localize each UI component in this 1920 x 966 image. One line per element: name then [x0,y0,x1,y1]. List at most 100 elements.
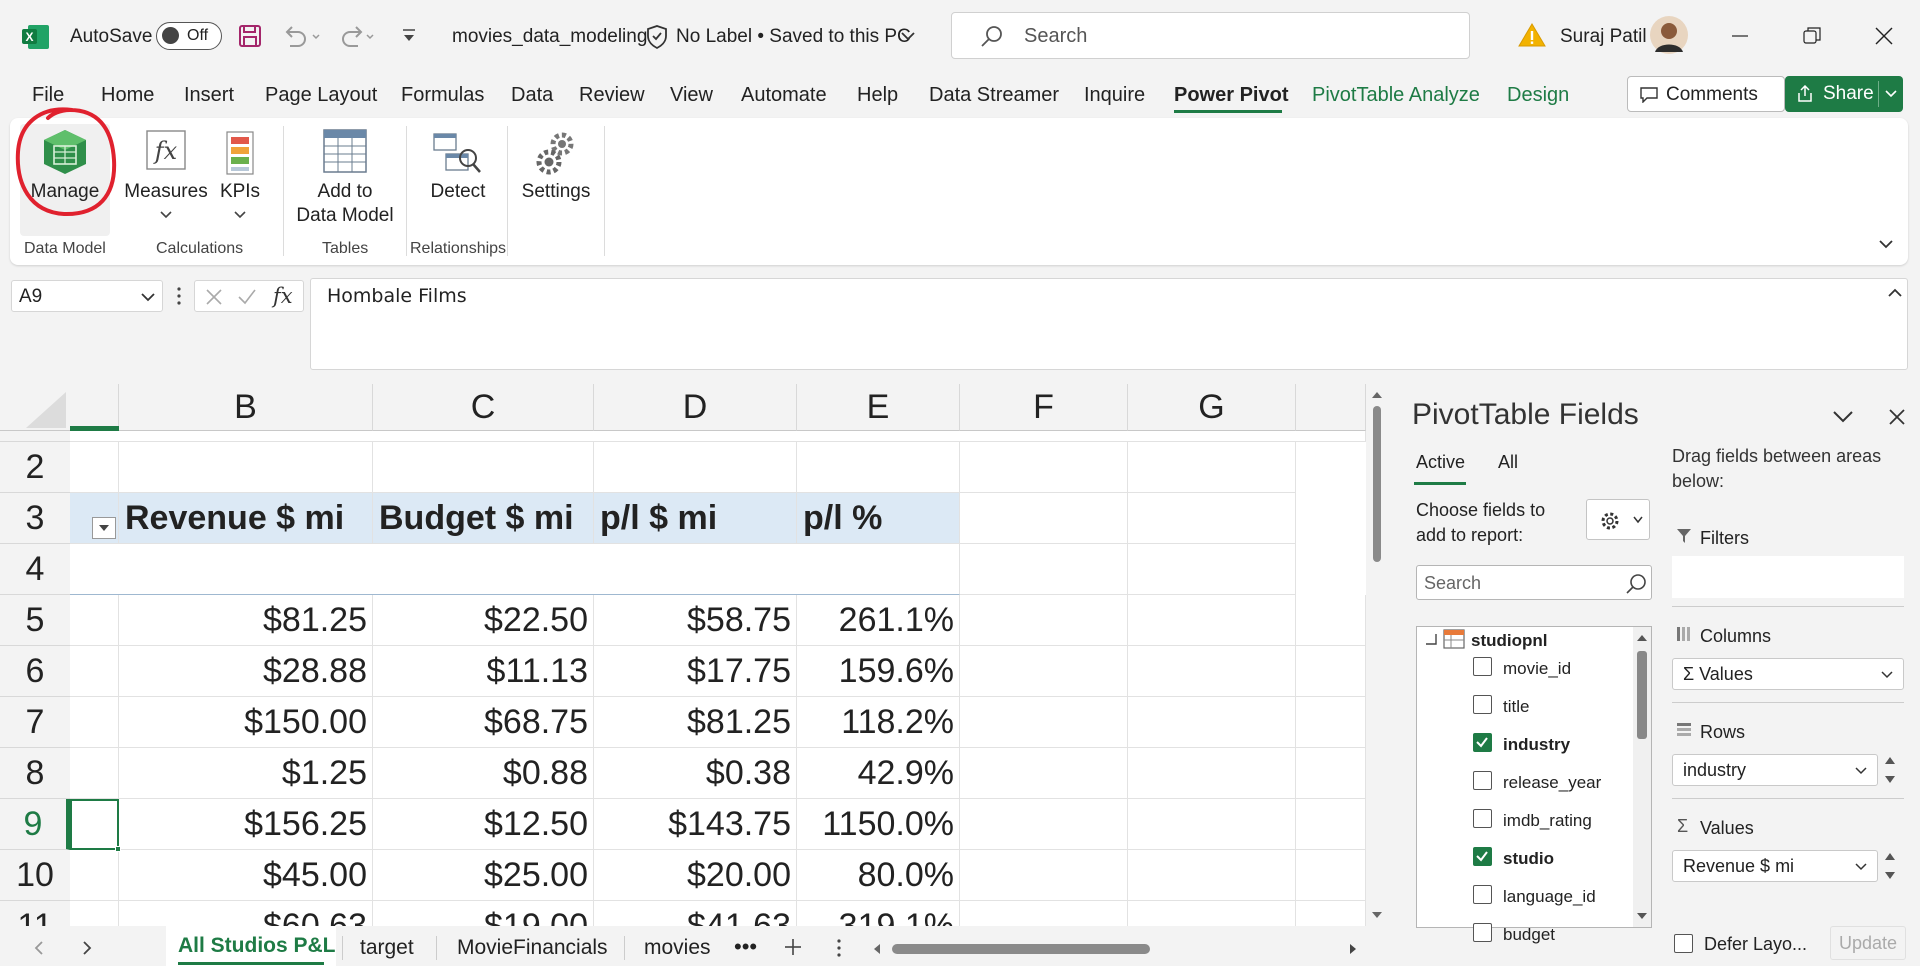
scroll-right-icon[interactable] [1348,943,1358,955]
kpis-button[interactable]: KPIs [214,124,266,236]
cell[interactable] [1296,901,1366,926]
tab-active[interactable]: Active [1416,452,1465,473]
field-item-imdb-rating[interactable]: imdb_rating [1503,811,1592,831]
warning-icon[interactable] [1518,22,1546,48]
field-checkbox[interactable] [1473,771,1492,790]
add-sheet-icon[interactable] [784,938,802,956]
tab-power-pivot[interactable]: Power Pivot [1174,84,1288,107]
measures-button[interactable]: fx Measures [124,124,208,236]
redo-icon[interactable] [336,24,376,48]
cell[interactable] [1128,799,1296,850]
tab-review[interactable]: Review [579,84,645,107]
move-up-down-icon[interactable] [1884,754,1896,786]
cell[interactable] [70,595,119,646]
chevron-down-icon[interactable] [140,291,156,303]
header-pl-amount[interactable]: p/l $ mi [594,493,797,544]
row-header-1[interactable] [0,431,70,442]
chevron-down-icon[interactable] [1885,89,1897,99]
cell[interactable] [1128,595,1296,646]
cell[interactable] [119,442,373,493]
row-header[interactable]: 3 [0,493,70,544]
tab-help[interactable]: Help [857,84,898,107]
pl-amount-cell[interactable]: $81.25 [594,697,797,748]
cell[interactable] [960,544,1128,595]
field-item-studio[interactable]: studio [1503,849,1554,869]
label-status[interactable]: No Label • Saved to this PC [676,26,911,48]
row-1-cells[interactable] [70,431,1366,442]
field-list-scrollbar[interactable] [1633,627,1651,927]
cell[interactable] [1128,697,1296,748]
field-checkbox[interactable] [1473,733,1492,752]
pl-amount-cell[interactable]: $0.38 [594,748,797,799]
defer-layout-checkbox[interactable] [1674,934,1693,953]
column-header-g[interactable]: G [1128,384,1296,431]
header-budget[interactable]: Budget $ mi [373,493,594,544]
budget-cell[interactable]: $68.75 [373,697,594,748]
settings-button[interactable]: Settings [516,124,596,236]
add-to-data-model-button[interactable]: Add to Data Model [292,124,398,236]
cell[interactable] [960,799,1128,850]
field-checkbox[interactable] [1473,847,1492,866]
pl-amount-cell[interactable]: $17.75 [594,646,797,697]
chevron-down-icon[interactable] [1832,410,1854,424]
pl-percent-cell[interactable]: 42.9% [797,748,960,799]
row-header[interactable]: 4 [0,544,70,595]
tab-view[interactable]: View [670,84,713,107]
autosave-toggle[interactable]: Off [156,22,222,50]
row-header[interactable]: 6 [0,646,70,697]
budget-cell[interactable]: $22.50 [373,595,594,646]
scroll-left-icon[interactable] [872,943,882,955]
close-icon[interactable] [1888,408,1906,426]
worksheet-grid[interactable]: B C D E F G 2 3 4 5 6 7 8 9 10 11 Revenu… [0,384,1366,926]
row-header[interactable]: 7 [0,697,70,748]
revenue-cell[interactable]: $1.25 [119,748,373,799]
cell[interactable] [1128,493,1296,544]
row-header[interactable]: 5 [0,595,70,646]
field-checkbox[interactable] [1473,809,1492,828]
formula-input[interactable]: Hombale Films [310,278,1908,370]
cell[interactable] [1296,646,1366,697]
comments-button[interactable]: Comments [1627,76,1785,112]
close-icon[interactable] [1874,26,1894,46]
update-button[interactable]: Update [1830,926,1906,960]
cell[interactable] [1296,697,1366,748]
cell[interactable] [1128,442,1296,493]
column-header-d[interactable]: D [594,384,797,431]
cell[interactable] [797,442,960,493]
cell[interactable] [960,850,1128,901]
tab-inquire[interactable]: Inquire [1084,84,1145,107]
field-item-title[interactable]: title [1503,697,1529,717]
cell[interactable] [960,901,1128,926]
columns-values-field[interactable]: Σ Values [1672,658,1904,690]
revenue-cell[interactable]: $28.88 [119,646,373,697]
user-name[interactable]: Suraj Patil [1560,26,1647,48]
tab-formulas[interactable]: Formulas [401,84,484,107]
cell[interactable] [960,748,1128,799]
horizontal-scrollbar[interactable] [866,936,1366,962]
column-header-a[interactable] [70,384,119,431]
save-icon[interactable] [238,24,262,48]
field-list-scroll-thumb[interactable] [1637,651,1647,739]
cell[interactable] [70,442,119,493]
row-header-active[interactable]: 9 [0,799,70,850]
fill-handle[interactable] [115,846,121,852]
revenue-cell[interactable]: $60.63 [119,901,373,926]
cell[interactable] [1296,850,1366,901]
cell[interactable] [1128,544,1296,595]
revenue-cell[interactable]: $45.00 [119,850,373,901]
tab-insert[interactable]: Insert [184,84,234,107]
horizontal-scroll-thumb[interactable] [892,944,1150,954]
budget-cell[interactable]: $11.13 [373,646,594,697]
scroll-down-icon[interactable] [1636,911,1648,921]
vertical-scroll-thumb[interactable] [1373,406,1381,562]
column-header-e[interactable]: E [797,384,960,431]
field-item-industry[interactable]: industry [1503,735,1570,755]
cell[interactable] [70,697,119,748]
tab-all[interactable]: All [1498,452,1518,473]
field-item-release-year[interactable]: release_year [1503,773,1601,793]
row-header[interactable]: 2 [0,442,70,493]
revenue-cell[interactable]: $81.25 [119,595,373,646]
cell[interactable] [1128,748,1296,799]
field-search-input[interactable]: Search [1416,565,1652,600]
pl-percent-cell[interactable]: 159.6% [797,646,960,697]
